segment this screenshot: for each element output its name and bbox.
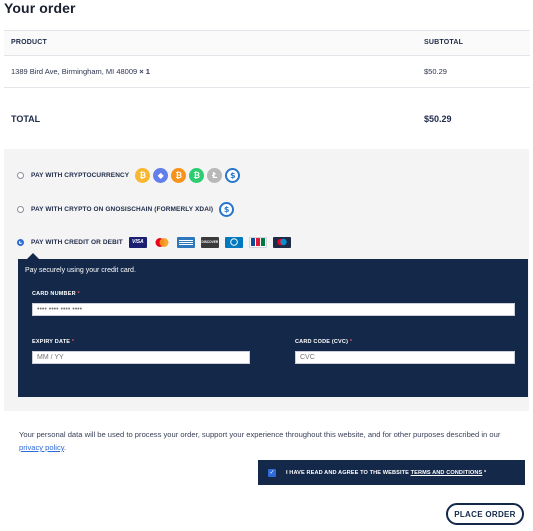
radio-card[interactable]: [17, 238, 24, 246]
total-value: $50.29: [424, 114, 452, 124]
place-order-button[interactable]: PLACE ORDER: [446, 503, 524, 525]
table-header-row: PRODUCT SUBTOTAL: [4, 30, 530, 56]
radio-gnosis[interactable]: [17, 205, 24, 213]
amex-icon: [176, 236, 195, 248]
column-subtotal-header: SUBTOTAL: [424, 39, 464, 46]
expiry-date-input[interactable]: [32, 351, 250, 364]
usdc-icon: $: [219, 201, 235, 217]
payment-option-label: PAY WITH CRYPTOCURRENCY: [31, 171, 130, 179]
ethereum-icon: ◆: [153, 167, 169, 183]
discover-icon: DISCOVER: [200, 236, 219, 248]
product-name: 1389 Bird Ave, Birmingham, MI 48009: [11, 67, 138, 76]
expiry-date-label: EXPIRY DATE *: [32, 339, 75, 345]
cvc-label: CARD CODE (CVC) *: [295, 339, 353, 345]
card-number-label: CARD NUMBER *: [32, 291, 80, 297]
card-logos: VISA DISCOVER: [128, 236, 297, 248]
bitcoin-icon: ₿: [171, 167, 187, 183]
payment-option-crypto[interactable]: PAY WITH CRYPTOCURRENCY ₿ ◆ ₿ ₿ Ł $: [17, 165, 243, 185]
payment-option-gnosis[interactable]: PAY WITH CRYPTO ON GNOSISCHAIN (FORMERLY…: [17, 199, 237, 219]
total-row: TOTAL $50.29: [4, 98, 530, 142]
terms-text: I HAVE READ AND AGREE TO THE WEBSITE TER…: [286, 469, 487, 476]
visa-icon: VISA: [128, 236, 147, 248]
payment-option-label: PAY WITH CRYPTO ON GNOSISCHAIN (FORMERLY…: [31, 205, 214, 213]
terms-agreement[interactable]: ✓ I HAVE READ AND AGREE TO THE WEBSITE T…: [258, 460, 525, 485]
mastercard-icon: [153, 237, 171, 248]
payment-option-card[interactable]: PAY WITH CREDIT OR DEBIT VISA DISCOVER: [17, 232, 297, 252]
column-product-header: PRODUCT: [11, 39, 48, 46]
diners-icon: [224, 236, 243, 248]
jcb-icon: [248, 236, 267, 248]
maestro-icon: [272, 236, 291, 248]
order-heading: Your order: [4, 0, 76, 16]
card-number-input[interactable]: [32, 303, 515, 316]
privacy-policy-link[interactable]: privacy policy: [19, 443, 64, 452]
product-cell: 1389 Bird Ave, Birmingham, MI 48009 × 1: [11, 67, 150, 76]
bitcoin-cash-icon: ₿: [135, 167, 151, 183]
payment-option-label: PAY WITH CREDIT OR DEBIT: [31, 238, 123, 246]
litecoin-icon: Ł: [207, 167, 223, 183]
product-subtotal: $50.29: [424, 67, 447, 76]
usdc-icon: $: [225, 167, 241, 183]
radio-crypto[interactable]: [17, 171, 24, 179]
total-label: TOTAL: [11, 114, 41, 124]
product-quantity: × 1: [139, 67, 150, 76]
card-payment-panel: Pay securely using your credit card. CAR…: [18, 253, 528, 397]
privacy-notice: Your personal data will be used to proce…: [19, 430, 501, 452]
order-table: PRODUCT SUBTOTAL 1389 Bird Ave, Birmingh…: [4, 30, 530, 142]
cvc-input[interactable]: [295, 351, 515, 364]
terms-checkbox[interactable]: ✓: [268, 468, 276, 477]
terms-link[interactable]: TERMS AND CONDITIONS: [411, 470, 483, 476]
table-row: 1389 Bird Ave, Birmingham, MI 48009 × 1 …: [4, 56, 530, 88]
payment-methods: PAY WITH CRYPTOCURRENCY ₿ ◆ ₿ ₿ Ł $ PAY …: [4, 149, 529, 411]
card-panel-intro: Pay securely using your credit card.: [25, 267, 136, 274]
bitcoin-cash-green-icon: ₿: [189, 167, 205, 183]
